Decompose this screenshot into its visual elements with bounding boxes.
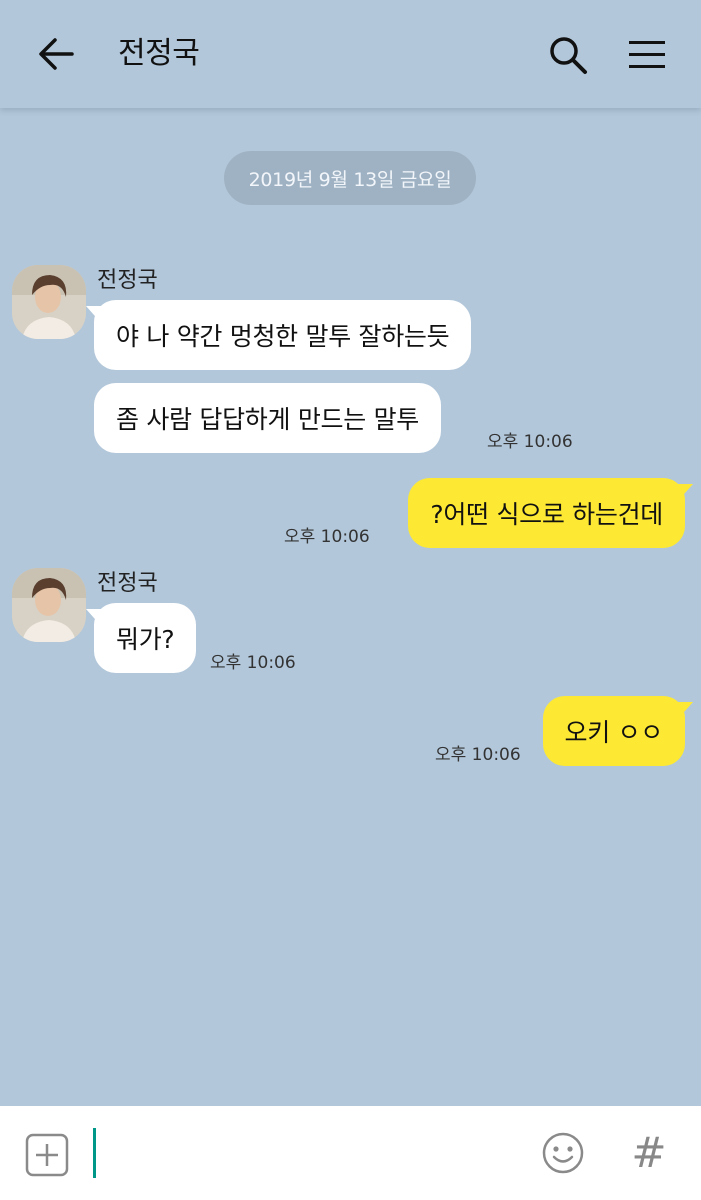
profile-photo-icon	[12, 265, 86, 339]
chat-header: 전정국	[0, 0, 701, 108]
hamburger-menu-icon	[629, 41, 665, 68]
attach-button[interactable]	[24, 1132, 70, 1178]
profile-photo-icon	[12, 568, 86, 642]
hashtag-search-button[interactable]: #	[626, 1124, 672, 1182]
bubble-tail	[677, 484, 693, 502]
back-button[interactable]	[30, 30, 82, 78]
message-time: 오후 10:06	[284, 527, 370, 547]
message-time: 오후 10:06	[435, 745, 521, 765]
message-bubble[interactable]: 좀 사람 답답하게 만드는 말투	[94, 383, 441, 453]
menu-button[interactable]	[622, 30, 672, 80]
arrow-left-icon	[39, 38, 74, 70]
bubble-tail	[677, 702, 693, 720]
avatar[interactable]	[12, 265, 86, 339]
text-cursor	[93, 1128, 96, 1178]
message-bubble[interactable]: 야 나 약간 멍청한 말투 잘하는듯	[94, 300, 472, 370]
search-button[interactable]	[543, 30, 593, 80]
chat-title: 전정국	[118, 36, 200, 71]
avatar[interactable]	[12, 568, 86, 642]
message-bubble[interactable]: 뭐가?	[94, 603, 197, 673]
message-time: 오후 10:06	[487, 432, 573, 452]
sender-name: 전정국	[97, 571, 158, 596]
sender-name: 전정국	[97, 268, 158, 293]
search-icon	[550, 37, 587, 74]
message-bubble[interactable]: 오키 ㅇㅇ	[542, 696, 685, 766]
emoji-button[interactable]	[540, 1130, 586, 1176]
plus-square-icon	[25, 1133, 69, 1177]
message-time: 오후 10:06	[210, 653, 296, 673]
message-input[interactable]	[100, 1124, 524, 1182]
message-bubble[interactable]: ?어떤 식으로 하는건데	[408, 478, 685, 548]
emoji-smile-icon	[542, 1132, 584, 1174]
date-divider: 2019년 9월 13일 금요일	[224, 151, 476, 205]
